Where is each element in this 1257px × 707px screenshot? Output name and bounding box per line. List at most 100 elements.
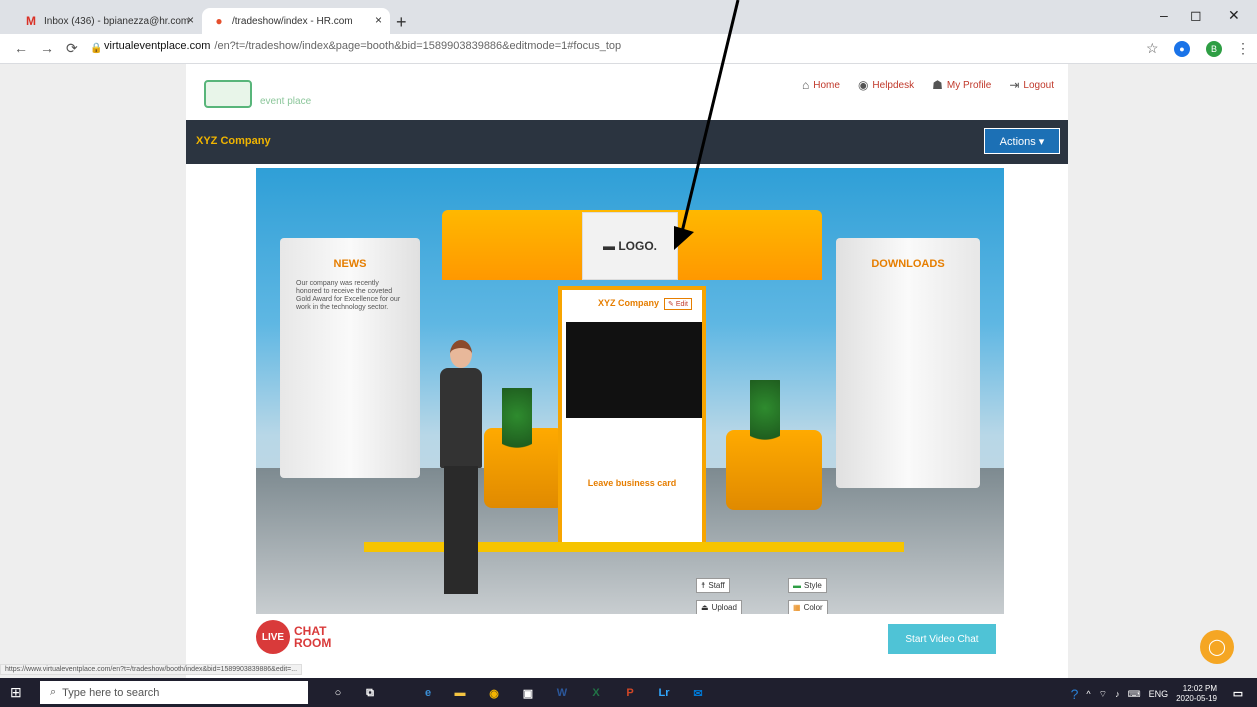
nav-label: Home [813,79,840,91]
language-indicator[interactable]: ENG [1149,689,1169,699]
news-title: NEWS [333,258,367,270]
video-screen[interactable] [566,322,702,418]
tab-title: Inbox (436) - bpianezza@hr.com [44,15,190,27]
lightroom-icon[interactable]: Lr [654,683,674,703]
cortana-icon[interactable]: ○ [328,683,348,703]
color-label: Color [803,603,823,612]
bookmark-star-icon[interactable]: ☆ [1146,40,1159,57]
notifications-icon[interactable]: ▭ [1228,683,1248,703]
address-bar: ← → ⟳ 🔒 virtualeventplace.com/en?t=/trad… [0,34,1257,64]
word-icon[interactable]: W [552,683,572,703]
color-palette-icon: ▦ [793,603,801,612]
close-window-button[interactable]: ✕ [1228,7,1240,24]
url-host: virtualeventplace.com [104,40,211,52]
nav-logout[interactable]: ⇥ Logout [1009,78,1054,92]
edit-label: Edit [675,301,688,308]
extension-icon[interactable]: ● [1174,41,1190,57]
powerpoint-icon[interactable]: P [620,683,640,703]
live-chat-room[interactable]: LIVE CHAT ROOM [256,620,334,654]
menu-icon[interactable]: ⋮ [1236,40,1250,57]
help-icon[interactable]: ? [1071,686,1079,702]
clock-date: 2020-05-19 [1176,694,1217,703]
news-text: Our company was recently honored to rece… [296,280,401,311]
annotation-arrow-icon [674,0,740,250]
actions-dropdown[interactable]: Actions ▾ [984,128,1060,154]
downloads-panel[interactable]: DOWNLOADS [836,238,980,488]
start-video-chat-button[interactable]: Start Video Chat [888,624,996,654]
edit-button[interactable]: ✎ Edit [664,298,692,310]
nav-helpdesk[interactable]: ◉ Helpdesk [858,78,914,92]
avatar-body [440,368,482,468]
profile-icon: ☗ [932,78,943,92]
volume-icon[interactable]: ♪ [1115,689,1120,699]
booth-scene: NEWS Our company was recently honored to… [256,168,1004,614]
chevron-up-icon[interactable]: ^ [1086,689,1090,699]
url-path: /en?t=/tradeshow/index&page=booth&bid=15… [214,40,622,52]
new-tab-button[interactable]: + [396,12,407,33]
nav-label: Helpdesk [872,79,915,91]
url-field[interactable]: virtualeventplace.com/en?t=/tradeshow/in… [104,40,621,52]
chat-bubble-icon[interactable]: ◯ [1200,630,1234,664]
logo-text: event place [260,96,312,107]
store-icon[interactable]: ▣ [518,683,538,703]
windows-start-icon[interactable]: ⊞ [10,684,22,701]
hr-favicon-icon: ● [215,14,223,28]
task-view-icon[interactable]: ⧉ [360,683,380,703]
style-label: Style [804,581,822,590]
center-company-title: XYZ Company [598,298,660,308]
search-placeholder: Type here to search [62,686,160,699]
color-button[interactable]: ▦ Color [788,600,828,614]
booth-staff-avatar[interactable] [434,340,490,594]
close-tab-icon[interactable]: × [375,13,382,27]
chrome-icon[interactable]: ◉ [484,683,504,703]
taskbar-search[interactable]: ⌕ Type here to search [40,681,308,704]
clock[interactable]: 12:02 PM 2020-05-19 [1176,684,1217,704]
keyboard-icon[interactable]: ⌨ [1128,689,1141,700]
profile-avatar[interactable]: B [1206,41,1222,57]
site-logo[interactable]: event place [204,80,344,112]
pencil-icon: ✎ [668,301,674,308]
upload-button[interactable]: ⏏ Upload [696,600,742,614]
close-tab-icon[interactable]: × [187,13,194,27]
edge-icon[interactable]: e [418,683,438,703]
network-icon[interactable]: ⌔ [1099,689,1107,700]
news-panel[interactable]: NEWS Our company was recently honored to… [280,238,420,478]
nav-my-profile[interactable]: ☗ My Profile [932,78,991,92]
staff-button[interactable]: ☨ Staff [696,578,730,593]
staff-label: Staff [708,581,725,590]
tab-inbox[interactable]: M Inbox (436) - bpianezza@hr.com × [14,8,202,34]
tab-tradeshow[interactable]: ● /tradeshow/index - HR.com × [202,8,390,34]
nav-home[interactable]: ⌂ Home [802,78,840,92]
forward-icon[interactable]: → [40,40,54,56]
reload-icon[interactable]: ⟳ [66,40,78,57]
logo-graphic-icon [204,80,252,108]
upload-label: Upload [711,603,737,612]
nav-label: My Profile [946,79,992,91]
plant-icon [502,388,532,458]
logout-icon: ⇥ [1009,78,1020,92]
company-name: XYZ Company [196,135,271,147]
search-icon: ⌕ [50,686,57,698]
maximize-button[interactable]: ◻ [1190,7,1202,24]
page-background: event place ⌂ Home ◉ Helpdesk ☗ My Profile … [0,64,1257,678]
avatar-legs [444,466,478,594]
plant-icon [750,380,780,450]
leave-business-card[interactable]: Leave business card [562,478,702,488]
live-badge: LIVE [256,620,290,654]
windows-taskbar: ⊞ ⌕ Type here to search ○ ⧉ e ▬ ◉ ▣ W X … [0,678,1257,707]
lock-icon: 🔒 [90,43,103,54]
nav-label: Logout [1023,79,1054,91]
style-button[interactable]: ▬ Style [788,578,827,593]
excel-icon[interactable]: X [586,683,606,703]
file-explorer-icon[interactable]: ▬ [450,683,470,703]
gmail-icon: M [26,14,36,28]
minimize-button[interactable]: – [1160,7,1168,23]
staff-icon: ☨ [701,581,706,590]
tab-title: /tradeshow/index - HR.com [232,15,353,27]
home-icon: ⌂ [802,78,810,92]
back-icon[interactable]: ← [14,40,28,56]
downloads-title: DOWNLOADS [871,258,945,270]
upload-icon: ⏏ [701,603,709,612]
mail-icon[interactable]: ✉ [688,683,708,703]
company-bar: XYZ Company Actions ▾ [186,120,1068,164]
